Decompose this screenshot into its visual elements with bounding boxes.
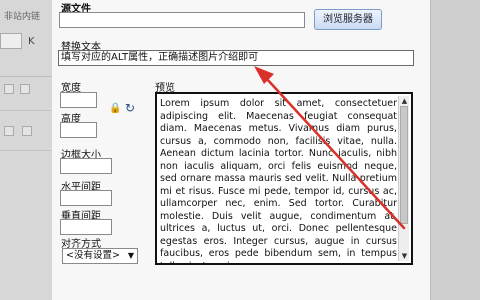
annotation-arrow-shaft bbox=[264, 76, 406, 230]
annotation-arrow bbox=[254, 66, 406, 230]
annotation-arrow-head bbox=[254, 66, 274, 84]
